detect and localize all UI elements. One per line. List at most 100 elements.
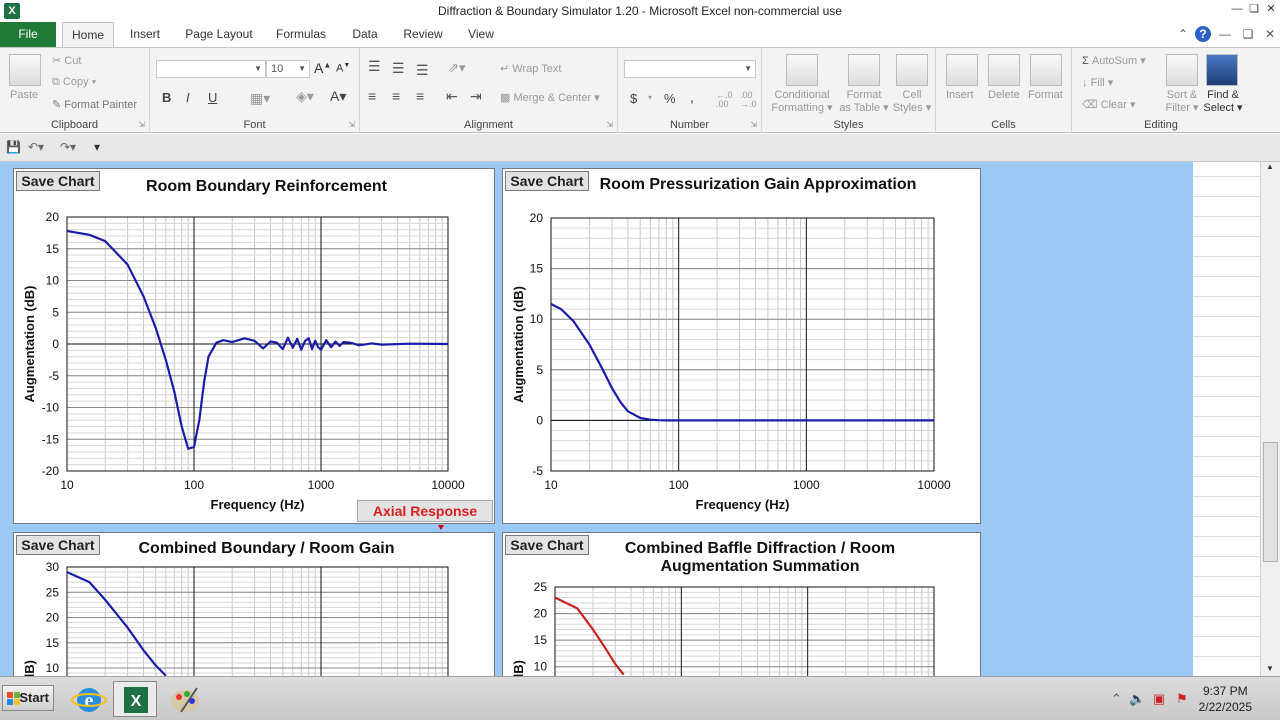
save-chart-button[interactable]: Save Chart <box>505 171 589 191</box>
increase-indent-icon[interactable]: ⇥ <box>470 88 482 105</box>
scroll-down-icon[interactable]: ▼ <box>1266 664 1274 673</box>
grow-font-icon[interactable]: A▲ <box>314 60 331 76</box>
paint-icon[interactable] <box>162 681 206 717</box>
dialog-launcher-icon[interactable]: ⇲ <box>138 120 145 129</box>
bold-button[interactable]: B <box>162 90 171 105</box>
chart-title: Room Pressurization Gain Approximation <box>599 176 917 193</box>
delete-cells-button[interactable]: Delete <box>988 89 1020 101</box>
cell-styles-icon[interactable] <box>896 54 928 86</box>
borders-icon[interactable]: ▦▾ <box>250 90 270 107</box>
fill-button[interactable]: ↓ Fill ▾ <box>1082 76 1113 89</box>
find-select-button[interactable]: Find & Select ▾ <box>1202 89 1244 115</box>
scroll-up-icon[interactable]: ▲ <box>1266 162 1274 171</box>
cell-gridline <box>1193 236 1260 237</box>
tab-insert[interactable]: Insert <box>124 22 166 47</box>
paste-icon[interactable] <box>9 54 41 86</box>
restore-icon[interactable]: ❏ <box>1247 2 1261 16</box>
scrollbar-thumb[interactable] <box>1263 442 1278 562</box>
chevron-down-icon: ▼ <box>254 64 262 73</box>
internet-explorer-icon[interactable]: e <box>66 681 110 717</box>
percent-button[interactable]: % <box>664 91 676 106</box>
font-name-combo[interactable]: ▼ <box>156 60 266 78</box>
start-button[interactable]: Start <box>2 685 54 711</box>
tab-data[interactable]: Data <box>348 22 382 47</box>
format-as-table-button[interactable]: Format as Table ▾ <box>836 89 892 115</box>
format-as-table-icon[interactable] <box>848 54 880 86</box>
merge-center-button[interactable]: ▩ Merge & Center ▾ <box>500 91 600 104</box>
decrease-indent-icon[interactable]: ⇤ <box>446 88 458 105</box>
workbook-close-icon[interactable]: ✕ <box>1262 26 1278 42</box>
underline-button[interactable]: U <box>208 90 217 105</box>
minimize-icon[interactable]: — <box>1230 2 1244 16</box>
shrink-font-icon[interactable]: A▼ <box>336 62 350 75</box>
align-center-icon[interactable]: ≡ <box>392 88 400 104</box>
increase-decimal-icon[interactable]: ←.0.00 <box>716 91 733 109</box>
decrease-decimal-icon[interactable]: .00 →.0 <box>740 91 757 109</box>
network-icon[interactable]: ▣ <box>1153 691 1165 707</box>
fill-color-icon[interactable]: ◈▾ <box>296 88 314 105</box>
vertical-scrollbar[interactable]: ▲ ▼ <box>1260 162 1280 676</box>
tab-formulas[interactable]: Formulas <box>273 22 329 47</box>
wrap-text-button[interactable]: ↵ Wrap Text <box>500 62 561 75</box>
format-painter-button[interactable]: ✎ Format Painter <box>52 98 137 111</box>
show-hidden-icons-icon[interactable]: ⌃ <box>1111 691 1122 707</box>
format-cells-icon[interactable] <box>1030 54 1062 86</box>
save-chart-button[interactable]: Save Chart <box>505 535 589 555</box>
save-icon[interactable]: 💾 <box>6 140 21 154</box>
save-chart-button[interactable]: Save Chart <box>16 171 100 191</box>
align-top-icon[interactable]: ☰ <box>368 58 381 75</box>
help-icon[interactable]: ? <box>1195 26 1211 42</box>
italic-button[interactable]: I <box>186 90 190 105</box>
system-clock[interactable]: 9:37 PM 2/22/2025 <box>1199 683 1252 715</box>
align-left-icon[interactable]: ≡ <box>368 88 376 104</box>
tab-file[interactable]: File <box>0 22 56 47</box>
cut-button[interactable]: ✂ Cut <box>52 54 81 67</box>
paste-button[interactable]: Paste <box>10 89 38 101</box>
sort-filter-icon[interactable] <box>1166 54 1198 86</box>
close-icon[interactable]: ✕ <box>1264 2 1278 16</box>
tab-view[interactable]: View <box>464 22 498 47</box>
binoculars-icon[interactable] <box>1206 54 1238 86</box>
chevron-down-icon[interactable]: ▾ <box>648 93 652 102</box>
insert-cells-icon[interactable] <box>946 54 978 86</box>
axial-response-button[interactable]: Axial Response <box>357 500 493 522</box>
clear-button[interactable]: ⌫ Clear ▾ <box>1082 98 1136 111</box>
format-cells-button[interactable]: Format <box>1028 89 1063 101</box>
dialog-launcher-icon[interactable]: ⇲ <box>348 120 355 129</box>
conditional-formatting-button[interactable]: Conditional Formatting ▾ <box>770 89 834 115</box>
font-size-combo[interactable]: 10 ▼ <box>266 60 310 78</box>
align-bottom-icon[interactable]: ☰ <box>416 62 429 79</box>
tab-review[interactable]: Review <box>400 22 446 47</box>
worksheet-cells[interactable] <box>1193 162 1260 676</box>
y-tick-label: 5 <box>536 363 543 377</box>
number-format-combo[interactable]: ▼ <box>624 60 756 78</box>
save-chart-button[interactable]: Save Chart <box>16 535 100 555</box>
currency-button[interactable]: $ <box>630 91 637 106</box>
workbook-restore-icon[interactable]: ❏ <box>1240 26 1256 42</box>
dialog-launcher-icon[interactable]: ⇲ <box>750 120 757 129</box>
redo-icon[interactable]: ↷▾ <box>60 140 76 154</box>
insert-cells-button[interactable]: Insert <box>946 89 974 101</box>
tab-home[interactable]: Home <box>62 22 114 47</box>
copy-button[interactable]: ⧉ Copy ▾ <box>52 76 96 89</box>
autosum-button[interactable]: Σ AutoSum ▾ <box>1082 54 1146 67</box>
comma-button[interactable]: , <box>690 89 694 105</box>
conditional-formatting-icon[interactable] <box>786 54 818 86</box>
volume-icon[interactable]: 🔈 <box>1129 691 1145 707</box>
collapse-ribbon-icon[interactable]: ⌃ <box>1175 26 1191 42</box>
cell-styles-label-2: Styles <box>892 102 923 114</box>
excel-taskbar-icon[interactable]: X <box>113 681 157 717</box>
align-right-icon[interactable]: ≡ <box>416 88 424 104</box>
align-middle-icon[interactable]: ☰ <box>392 60 405 77</box>
action-center-icon[interactable]: ⚑ <box>1176 691 1188 707</box>
workbook-minimize-icon[interactable]: — <box>1217 26 1233 42</box>
cell-styles-button[interactable]: Cell Styles ▾ <box>892 89 932 115</box>
customize-toolbar-icon[interactable]: ▾ <box>94 140 100 154</box>
font-color-icon[interactable]: A▾ <box>330 88 346 105</box>
tab-page-layout[interactable]: Page Layout <box>183 22 255 47</box>
undo-icon[interactable]: ↶▾ <box>28 140 44 154</box>
sort-filter-button[interactable]: Sort & Filter ▾ <box>1164 89 1200 115</box>
orientation-icon[interactable]: ⇗▾ <box>448 60 465 76</box>
dialog-launcher-icon[interactable]: ⇲ <box>606 120 613 129</box>
delete-cells-icon[interactable] <box>988 54 1020 86</box>
